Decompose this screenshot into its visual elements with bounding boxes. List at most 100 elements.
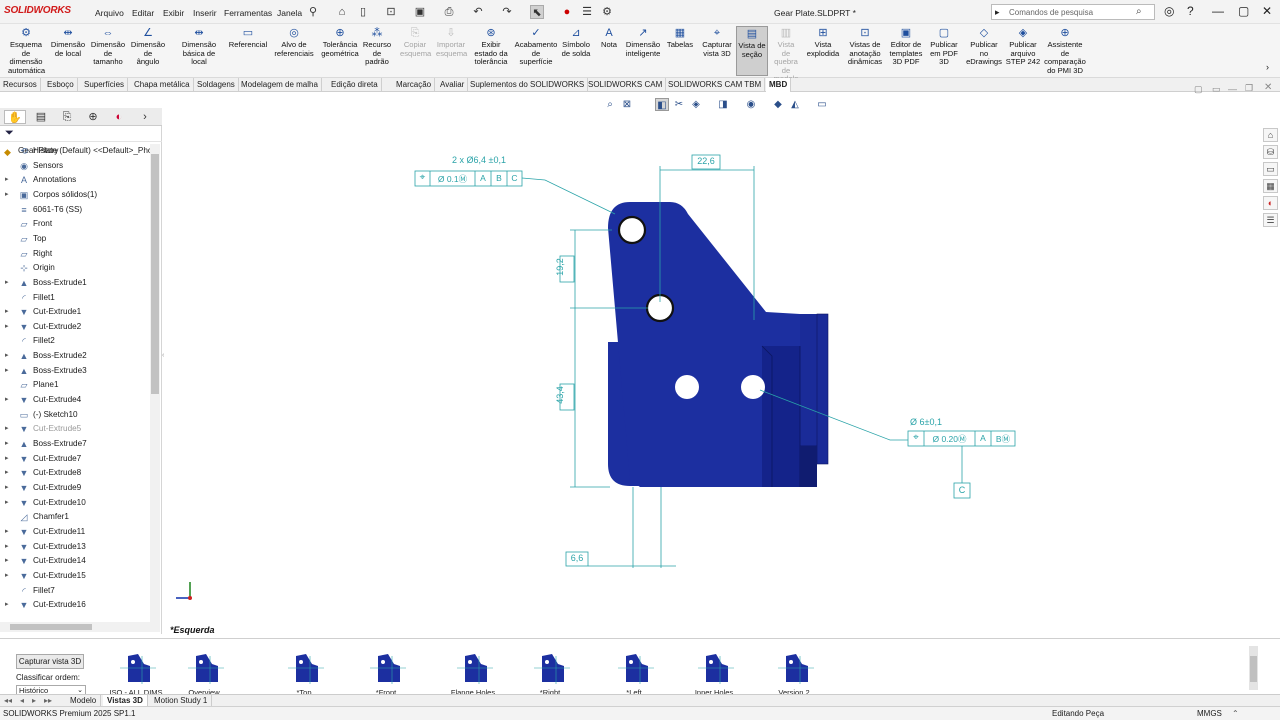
expand-chevron-icon[interactable]: ▸ bbox=[5, 466, 9, 480]
3d-view-thumbnail[interactable]: Flange Holes bbox=[443, 646, 503, 694]
display-style-icon[interactable]: ◨ bbox=[716, 98, 730, 111]
close-icon[interactable]: ✕ bbox=[1262, 4, 1272, 18]
custom-properties-icon[interactable]: ☰ bbox=[1263, 213, 1278, 227]
tree-item[interactable]: ▸ ▼ Cut-Extrude14 bbox=[0, 554, 150, 568]
tree-item[interactable]: ▸ ▼ Cut-Extrude1 bbox=[0, 305, 150, 319]
unit-system[interactable]: MMGS bbox=[1197, 707, 1222, 720]
command-search-input[interactable]: ▸ Comandos de pesquisa ⌕ bbox=[991, 4, 1155, 20]
tree-filter-row[interactable]: ⏷ bbox=[0, 126, 162, 142]
3d-view-thumbnail[interactable]: Overview bbox=[174, 646, 234, 694]
3d-view-thumbnail[interactable]: Version 2 bbox=[764, 646, 824, 694]
dimxpert-manager-tab-icon[interactable]: ⊕ bbox=[82, 110, 104, 124]
tree-item[interactable]: ▸ ▼ Cut-Extrude5 bbox=[0, 422, 150, 436]
datum-c-label[interactable]: C bbox=[954, 485, 970, 495]
tab-mbd[interactable]: MBD bbox=[766, 78, 792, 92]
print-icon[interactable]: ⎙ bbox=[442, 5, 456, 19]
expand-chevron-icon[interactable]: ▸ bbox=[5, 188, 9, 202]
tree-item[interactable]: ◿ Chamfer1 bbox=[0, 510, 150, 524]
tab-esbo-o[interactable]: Esboço bbox=[44, 78, 78, 92]
tree-item[interactable]: ▸ ▼ Cut-Extrude8 bbox=[0, 466, 150, 480]
ribbon-expand-icon[interactable]: › bbox=[1266, 62, 1269, 72]
tree-item[interactable]: ◉ Sensors bbox=[0, 159, 150, 173]
home-icon[interactable]: ⌂ bbox=[335, 5, 349, 19]
expand-chevron-icon[interactable]: ▸ bbox=[5, 452, 9, 466]
section-view-icon[interactable]: ✂ bbox=[672, 98, 686, 111]
tree-hscroll-thumb[interactable] bbox=[10, 624, 92, 630]
tab-marca-o[interactable]: Marcação bbox=[393, 78, 436, 92]
menu-editar[interactable]: Editar bbox=[132, 8, 154, 18]
thumbnails-scrollbar[interactable] bbox=[1249, 646, 1258, 690]
tree-item[interactable]: ◜ Fillet2 bbox=[0, 334, 150, 348]
tree-item[interactable]: ▸ ▲ Boss-Extrude1 bbox=[0, 276, 150, 290]
tree-item[interactable]: ◜ Fillet1 bbox=[0, 291, 150, 305]
tree-item[interactable]: ▸ A Annotations bbox=[0, 173, 150, 187]
view-settings-icon[interactable]: ▭ bbox=[815, 98, 829, 111]
ribbon-button-24[interactable]: ◇ Publicar no eDrawings bbox=[966, 26, 1002, 67]
tab-avaliar[interactable]: Avaliar bbox=[437, 78, 469, 92]
ribbon-button-6[interactable]: ◎ Alvo de referenciais bbox=[274, 26, 314, 58]
tab-edi-o-direta[interactable]: Edição direta bbox=[328, 78, 382, 92]
tree-item[interactable]: ▸ ▼ Cut-Extrude15 bbox=[0, 569, 150, 583]
expand-chevron-icon[interactable]: ▸ bbox=[5, 320, 9, 334]
filter-icon[interactable]: ⏷ bbox=[5, 127, 14, 140]
tree-item[interactable]: ▸ ▼ Cut-Extrude4 bbox=[0, 393, 150, 407]
ribbon-button-17[interactable]: ⌖ Capturar vista 3D bbox=[700, 26, 734, 58]
tab-solidworks-cam[interactable]: SOLIDWORKS CAM bbox=[585, 78, 667, 92]
hole-callout-label[interactable]: 2 x Ø6,4 ±0,1 bbox=[452, 155, 506, 165]
tab-superf-cies[interactable]: Superfícies bbox=[81, 78, 129, 92]
edit-appearance-icon[interactable]: ◆ bbox=[771, 98, 785, 111]
ribbon-button-22[interactable]: ▣ Editor de templates 3D PDF bbox=[888, 26, 924, 67]
ribbon-button-2[interactable]: ⇔ Dimensão de tamanho bbox=[90, 26, 126, 67]
tree-item[interactable]: ▸ ▲ Boss-Extrude3 bbox=[0, 364, 150, 378]
expand-chevron-icon[interactable]: ▸ bbox=[5, 481, 9, 495]
display-manager-tab-icon[interactable]: ◐ bbox=[108, 110, 130, 124]
expand-chevron-icon[interactable]: ▸ bbox=[5, 393, 9, 407]
tab-modelagem-de-malha[interactable]: Modelagem de malha bbox=[238, 78, 322, 92]
minimize-icon[interactable]: — bbox=[1212, 4, 1224, 18]
panel-splitter-handle[interactable]: ‹ bbox=[162, 352, 167, 362]
tab-chapa-met-lica[interactable]: Chapa metálica bbox=[131, 78, 194, 92]
menu-arquivo[interactable]: Arquivo bbox=[95, 8, 124, 18]
ribbon-button-16[interactable]: ▦ Tabelas bbox=[664, 26, 696, 50]
pin-icon[interactable]: ⚲ bbox=[306, 5, 320, 19]
options-gear-icon[interactable]: ⚙ bbox=[600, 5, 614, 19]
user-account-icon[interactable]: ◎ bbox=[1164, 4, 1174, 18]
tab-recursos[interactable]: Recursos bbox=[0, 78, 41, 92]
tree-item[interactable]: ▸ ▼ Cut-Extrude10 bbox=[0, 496, 150, 510]
hide-show-items-icon[interactable]: ◉ bbox=[744, 98, 758, 111]
dim-v1-value[interactable]: 19,2 bbox=[555, 254, 565, 280]
ribbon-button-3[interactable]: ∠ Dimensão de ângulo bbox=[130, 26, 166, 67]
hole-callout2-label[interactable]: Ø 6±0,1 bbox=[910, 417, 942, 427]
previous-view-icon[interactable]: ◧ bbox=[655, 98, 669, 111]
expand-chevron-icon[interactable]: ▸ bbox=[5, 349, 9, 363]
3d-view-thumbnail[interactable]: Inner Holes bbox=[684, 646, 744, 694]
redo-icon[interactable]: ↷ bbox=[500, 5, 514, 19]
ribbon-button-21[interactable]: ⊡ Vistas de anotação dinâmicas bbox=[844, 26, 886, 67]
tree-item[interactable]: ≡ 6061-T6 (SS) bbox=[0, 203, 150, 217]
property-manager-tab-icon[interactable]: ▤ bbox=[30, 110, 52, 124]
solidworks-resources-icon[interactable]: ⌂ bbox=[1263, 128, 1278, 142]
tab-solidworks-cam-tbm[interactable]: SOLIDWORKS CAM TBM bbox=[665, 78, 766, 92]
undo-icon[interactable]: ↶ bbox=[471, 5, 485, 19]
design-library-icon[interactable]: ⛁ bbox=[1263, 145, 1278, 159]
viewport-minimize-icon[interactable]: — bbox=[1228, 84, 1237, 94]
ribbon-button-5[interactable]: ▭ Referencial bbox=[228, 26, 268, 50]
tab-soldagens[interactable]: Soldagens bbox=[194, 78, 239, 92]
tree-item[interactable]: ◜ Fillet7 bbox=[0, 584, 150, 598]
expand-chevron-icon[interactable]: ▸ bbox=[5, 569, 9, 583]
viewport-maximize-icon[interactable]: ❐ bbox=[1245, 83, 1253, 94]
zoom-to-area-icon[interactable]: ⊠ bbox=[620, 98, 634, 111]
tree-item[interactable]: ▸ ▣ Corpos sólidos(1) bbox=[0, 188, 150, 202]
ribbon-button-20[interactable]: ⊞ Vista explodida bbox=[804, 26, 842, 58]
file-explorer-icon[interactable]: ▭ bbox=[1263, 162, 1278, 176]
expand-chevron-icon[interactable]: ▸ bbox=[5, 364, 9, 378]
viewport-close-icon[interactable]: ✕ bbox=[1264, 82, 1272, 93]
tree-item[interactable]: ▸ ▲ Boss-Extrude2 bbox=[0, 349, 150, 363]
dim-v2-value[interactable]: 43,4 bbox=[555, 382, 565, 408]
ribbon-button-12[interactable]: ✓ Acabamento de superfície bbox=[512, 26, 560, 67]
menu-ferramentas[interactable]: Ferramentas bbox=[224, 8, 272, 18]
feature-manager-tab-icon[interactable]: ✋ bbox=[4, 110, 26, 124]
expand-chevron-icon[interactable]: ▸ bbox=[5, 276, 9, 290]
appearances-icon[interactable]: ◐ bbox=[1263, 196, 1278, 210]
menu-exibir[interactable]: Exibir bbox=[163, 8, 184, 18]
